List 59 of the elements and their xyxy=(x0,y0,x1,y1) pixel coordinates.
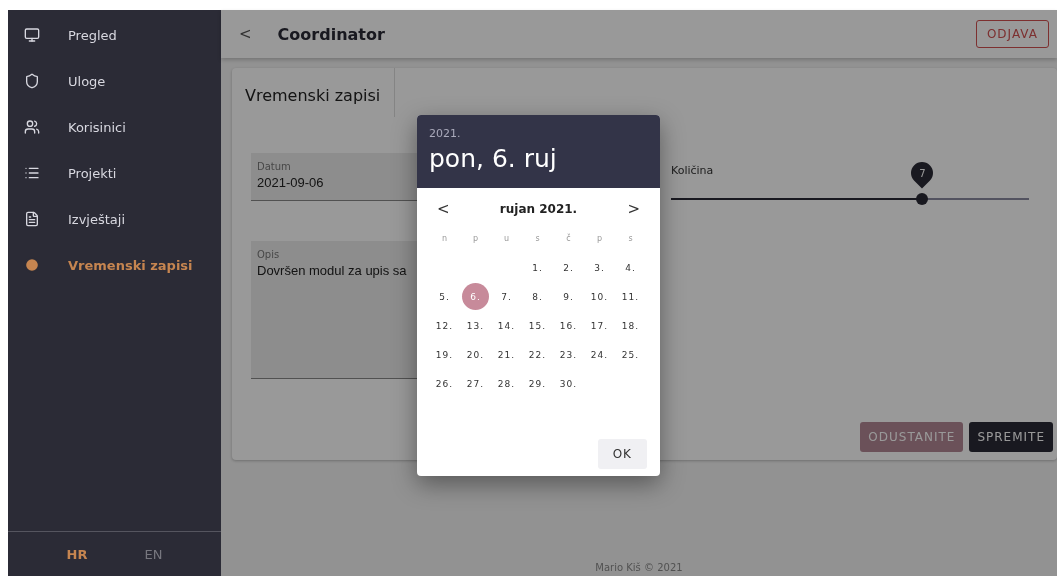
sidebar-item[interactable]: Izvještaji xyxy=(8,196,221,242)
calendar-day[interactable]: 3. xyxy=(586,254,613,281)
sidebar-item[interactable]: Pregled xyxy=(8,12,221,58)
sidebar-item[interactable]: Projekti xyxy=(8,150,221,196)
weekday-label: č xyxy=(566,234,571,243)
footer-text: Mario Kiš © 2021 xyxy=(594,562,684,575)
calendar-day[interactable]: 17. xyxy=(586,312,613,339)
field-value: Dovršen modul za upis sa xyxy=(257,263,407,278)
calendar-day[interactable]: 26. xyxy=(431,370,458,397)
selected-date-text: pon, 6. ruj xyxy=(429,144,558,173)
weekday-label: n xyxy=(441,234,448,243)
calendar-day[interactable]: 21. xyxy=(493,341,520,368)
calendar-day[interactable]: 30. xyxy=(555,370,582,397)
calendar-day[interactable]: 5. xyxy=(431,283,458,310)
slider-label: Količina xyxy=(671,164,714,177)
calendar-day[interactable]: 25. xyxy=(617,341,644,368)
language-option[interactable]: HR xyxy=(66,546,88,562)
weekday-label: p xyxy=(596,234,603,243)
ok-button[interactable]: OK xyxy=(597,439,647,469)
calendar-day[interactable]: 29. xyxy=(524,370,551,397)
calendar-day[interactable]: 16. xyxy=(555,312,582,339)
calendar-day[interactable]: 22. xyxy=(524,341,551,368)
next-month-button[interactable]: > xyxy=(627,200,640,218)
calendar-day[interactable]: 9. xyxy=(555,283,582,310)
calendar-day[interactable]: 19. xyxy=(431,341,458,368)
calendar-day[interactable]: 27. xyxy=(462,370,489,397)
calendar-day[interactable]: 15. xyxy=(524,312,551,339)
calendar-day[interactable]: 18. xyxy=(617,312,644,339)
calendar-day[interactable]: 7. xyxy=(493,283,520,310)
weekday-label: s xyxy=(535,234,540,243)
calendar-day[interactable]: 4. xyxy=(617,254,644,281)
weekday-label: p xyxy=(472,234,479,243)
calendar-day[interactable]: 8. xyxy=(524,283,551,310)
calendar-day[interactable]: 1. xyxy=(524,254,551,281)
calendar-day[interactable]: 28. xyxy=(493,370,520,397)
weekday-label: s xyxy=(628,234,633,243)
year-text[interactable]: 2021. xyxy=(429,127,648,140)
previous-month-button[interactable]: < xyxy=(437,200,450,218)
calendar-day[interactable]: 14. xyxy=(493,312,520,339)
weekday-label: u xyxy=(503,234,510,243)
calendar-day[interactable]: 11. xyxy=(617,283,644,310)
calendar-day[interactable]: 12. xyxy=(431,312,458,339)
calendar-day[interactable]: 13. xyxy=(462,312,489,339)
sidebar-item[interactable]: Vremenski zapisi xyxy=(8,242,221,288)
calendar-day[interactable]: 2. xyxy=(555,254,582,281)
field-value: 2021-09-06 xyxy=(257,175,324,190)
field-label: Datum xyxy=(257,161,291,172)
calendar-day[interactable]: 20. xyxy=(462,341,489,368)
month-title: rujan 2021. xyxy=(499,202,578,216)
card-tab[interactable]: Vremenski zapisi xyxy=(245,68,396,117)
calendar-day[interactable]: 24. xyxy=(586,341,613,368)
page-title: Coordinator xyxy=(277,24,386,44)
calendar-day[interactable]: 23. xyxy=(555,341,582,368)
sidebar-item[interactable]: Uloge xyxy=(8,58,221,104)
calendar-day[interactable]: 10. xyxy=(586,283,613,310)
sidebar-item[interactable]: Korisinici xyxy=(8,104,221,150)
field-label: Opis xyxy=(257,249,280,260)
back-button[interactable]: < xyxy=(239,25,252,43)
save-button[interactable]: SPREMITE xyxy=(969,422,1053,452)
